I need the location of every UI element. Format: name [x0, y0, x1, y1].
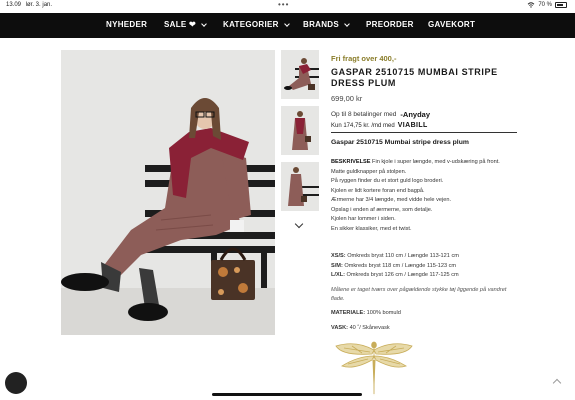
product-price: 699,00 kr: [331, 94, 363, 103]
nav-label: NYHEDER: [106, 20, 148, 29]
size-measure: Omkreds bryst 126 cm / Længde 117-125 cm: [346, 272, 459, 278]
nav-label: SALE ❤: [164, 20, 197, 29]
date-text: lør. 3. jan.: [25, 2, 53, 8]
size-row: XS/S: Omkreds bryst 110 cm / Længde 113-…: [331, 252, 521, 262]
description-line: Kjolen har lommer i siden.: [331, 216, 396, 222]
monthly-amount-text: Kun 174,75 kr. /md med: [331, 122, 395, 129]
chevron-down-icon: [344, 20, 350, 27]
product-thumbnail-2[interactable]: [281, 106, 319, 155]
status-time: 13.09 lør. 3. jan.: [6, 2, 52, 8]
nav-item-kategorier[interactable]: KATEGORIER: [223, 20, 290, 29]
divider: [331, 132, 517, 133]
chat-button[interactable]: [5, 372, 27, 394]
chevron-down-icon: [201, 20, 207, 27]
dragonfly-icon: [335, 341, 413, 396]
nav-item-brands[interactable]: BRANDS: [303, 20, 350, 29]
material-info: MATERIALE: 100% bomuld: [331, 310, 401, 316]
product-subtitle: Gaspar 2510715 Mumbai stripe dress plum: [331, 139, 469, 146]
size-label: S/M:: [331, 262, 343, 269]
thumbnail-illustration: [281, 106, 319, 155]
chevron-down-icon: [283, 20, 290, 27]
nav-label: PREORDER: [366, 20, 414, 29]
status-right: 70 %: [527, 2, 567, 8]
nav-label: GAVEKORT: [428, 20, 476, 29]
time-text: 13.09: [6, 2, 22, 8]
anyday-installments[interactable]: Op til 8 betalinger med -Anyday: [331, 110, 430, 119]
battery-level: [557, 4, 563, 6]
product-thumbnail-3[interactable]: [281, 162, 319, 211]
battery-text: 70 %: [538, 2, 552, 8]
nav-item-sale[interactable]: SALE ❤: [164, 20, 207, 29]
size-measure: Omkreds bryst 118 cm / Længde 115-123 cm: [344, 262, 457, 269]
description-line: Matte guldknapper på stolpen.: [331, 168, 407, 175]
viabill-installments[interactable]: Kun 174,75 kr. /md med VIABILL: [331, 122, 428, 129]
size-row: S/M: Omkreds bryst 118 cm / Længde 115-1…: [331, 262, 521, 272]
battery-icon: [555, 2, 567, 8]
material-label: MATERIALE:: [331, 310, 366, 316]
multitask-dots-icon[interactable]: •••: [278, 0, 289, 9]
chevron-down-icon[interactable]: [294, 219, 304, 229]
anyday-logo: -Anyday: [400, 110, 430, 119]
material-value: 100% bomuld: [366, 310, 401, 316]
nav-item-gavekort[interactable]: GAVEKORT: [428, 20, 475, 29]
nav-item-nyheder[interactable]: NYHEDER: [106, 20, 147, 29]
size-label: XS/S:: [331, 253, 346, 259]
description-label: BESKRIVELSE: [331, 159, 371, 165]
thumbnail-illustration: [281, 50, 319, 99]
size-label: L/XL:: [331, 272, 345, 278]
nav-label: BRANDS: [303, 20, 340, 29]
description-line: En sikker klassiker, med et twist.: [331, 225, 412, 232]
measure-note: Målene er taget tværs over pågældende st…: [331, 287, 507, 302]
free-shipping-note: Fri fragt over 400,-: [331, 54, 397, 63]
wash-label: VASK:: [331, 325, 348, 331]
product-page: 13.09 lør. 3. jan. ••• 70 % NYHEDER SALE…: [0, 0, 575, 400]
home-indicator: [212, 393, 362, 396]
product-main-image[interactable]: [61, 50, 275, 335]
anyday-logo-text: Anyday: [402, 110, 430, 119]
description-line: Kjolen er lidt kortere foran end bagpå.: [331, 187, 425, 194]
description-line: Fin kjole i super længde, med v-udskærin…: [372, 159, 500, 165]
thumbnail-illustration: [281, 162, 319, 211]
product-title: GASPAR 2510715 MUMBAI STRIPE DRESS PLUM: [331, 67, 498, 88]
wifi-icon: [527, 2, 535, 8]
status-bar: 13.09 lør. 3. jan. ••• 70 %: [0, 0, 575, 12]
product-photo-illustration: [61, 50, 275, 335]
size-measure: Omkreds bryst 110 cm / Længde 113-121 cm: [347, 253, 459, 259]
description-line: Ærmerne har 3/4 længde, med vidde hele v…: [331, 197, 452, 203]
size-chart: XS/S: Omkreds bryst 110 cm / Længde 113-…: [331, 252, 521, 281]
product-thumbnail-1[interactable]: [281, 50, 319, 99]
wash-info: VASK: 40 ˚/ Skånevask: [331, 325, 390, 331]
description-line: Opslag i enden af ærmerne, som detalje.: [331, 206, 433, 213]
nav-item-preorder[interactable]: PREORDER: [366, 20, 414, 29]
description-line: På ryggen finder du et stort guld logo b…: [331, 178, 444, 184]
viabill-logo: VIABILL: [397, 122, 428, 129]
main-nav: NYHEDER SALE ❤ KATEGORIER BRANDS PREORDE…: [0, 13, 575, 38]
product-description: BESKRIVELSE Fin kjole i super længde, me…: [331, 158, 521, 234]
chevron-up-icon[interactable]: [552, 378, 562, 388]
installments-text: Op til 8 betalinger med: [331, 111, 397, 118]
size-row: L/XL: Omkreds bryst 126 cm / Længde 117-…: [331, 271, 521, 281]
wash-value: 40 ˚/ Skånevask: [349, 325, 390, 331]
nav-label: KATEGORIER: [223, 20, 279, 29]
